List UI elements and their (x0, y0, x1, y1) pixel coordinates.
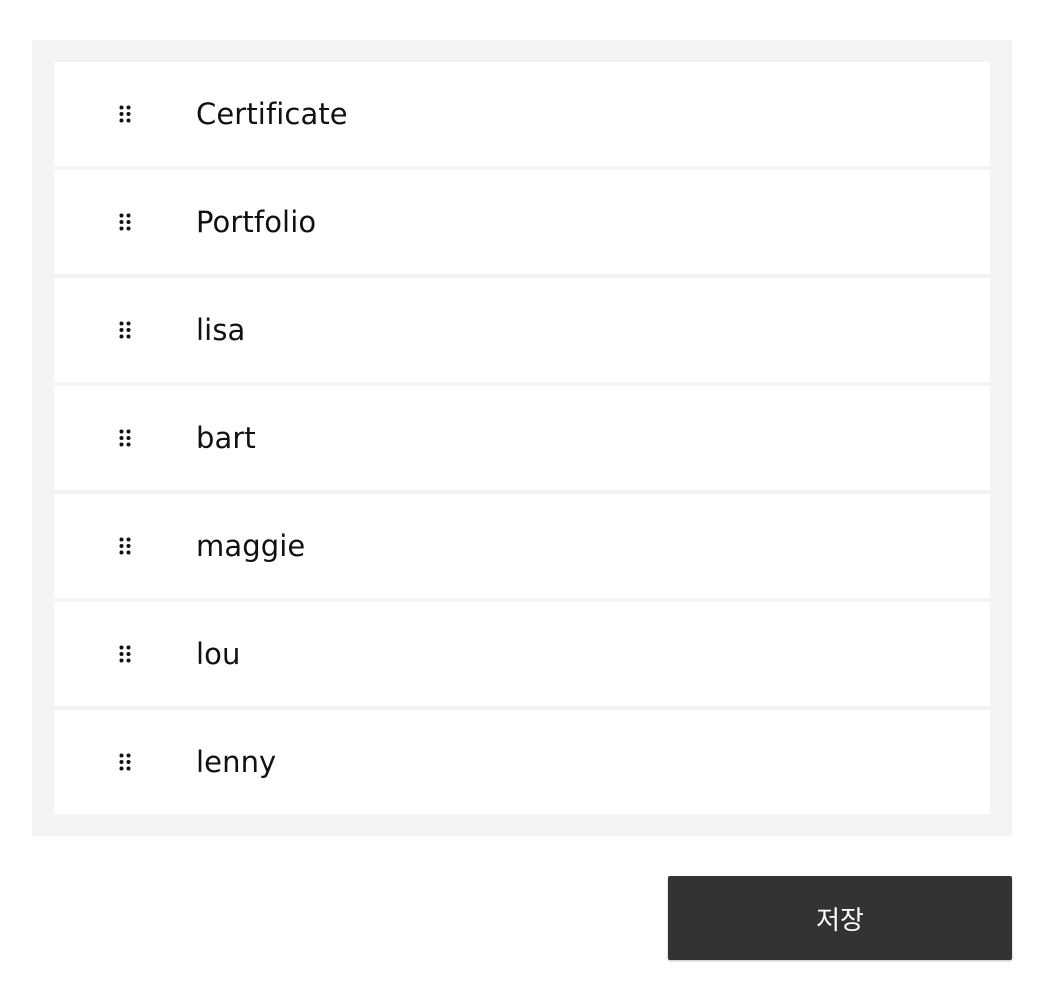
list-item[interactable]: lenny (54, 710, 990, 814)
save-button[interactable]: 저장 (668, 876, 1012, 960)
list-item-label: lenny (196, 745, 277, 779)
list-item[interactable]: lisa (54, 278, 990, 382)
drag-handle-icon[interactable] (54, 386, 196, 490)
list-item-label: maggie (196, 529, 306, 563)
drag-handle-icon[interactable] (54, 170, 196, 274)
list-item[interactable]: maggie (54, 494, 990, 598)
list-item[interactable]: lou (54, 602, 990, 706)
list-item[interactable]: bart (54, 386, 990, 490)
drag-handle-icon[interactable] (54, 602, 196, 706)
sortable-list-panel: Certificate Portfolio lisa bart maggie l… (32, 40, 1012, 836)
drag-handle-icon[interactable] (54, 62, 196, 166)
list-item[interactable]: Portfolio (54, 170, 990, 274)
list-item-label: Certificate (196, 97, 348, 131)
sortable-list: Certificate Portfolio lisa bart maggie l… (54, 62, 990, 814)
drag-handle-icon[interactable] (54, 494, 196, 598)
list-item-label: lisa (196, 313, 246, 347)
drag-handle-icon[interactable] (54, 710, 196, 814)
list-item[interactable]: Certificate (54, 62, 990, 166)
list-item-label: bart (196, 421, 256, 455)
list-item-label: lou (196, 637, 241, 671)
drag-handle-icon[interactable] (54, 278, 196, 382)
list-item-label: Portfolio (196, 205, 317, 239)
